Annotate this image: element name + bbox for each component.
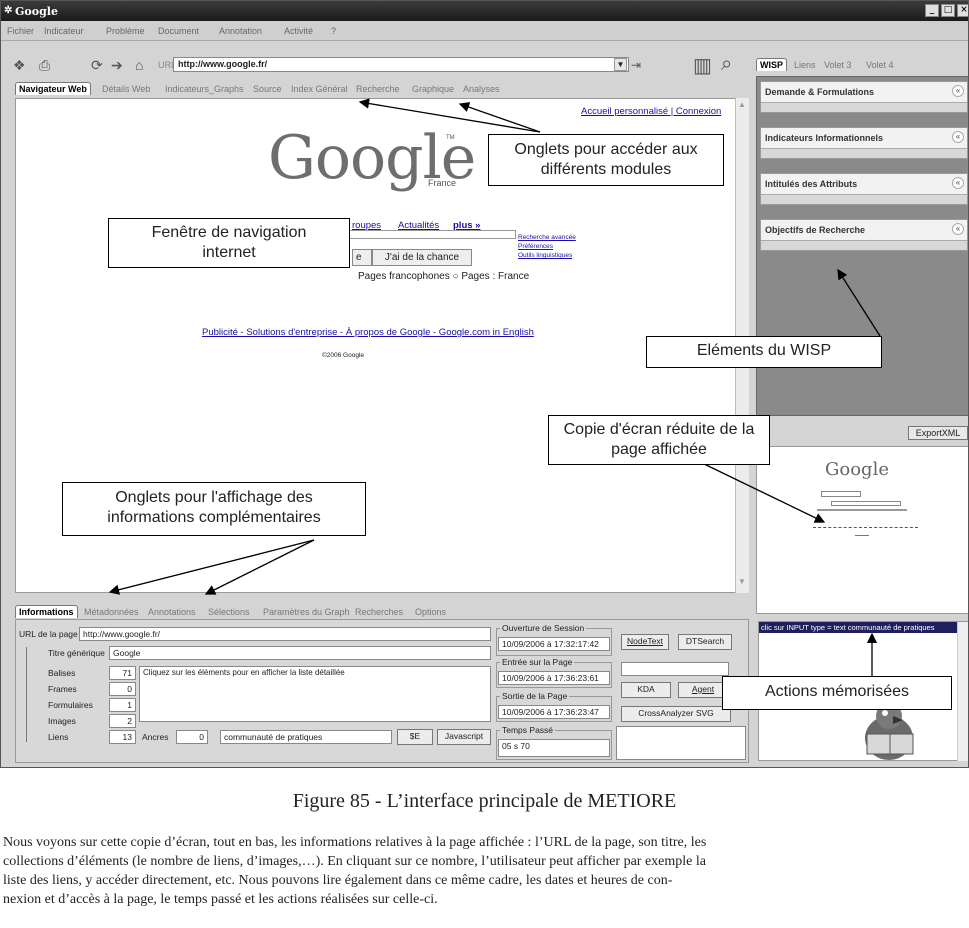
paragraph-line: nexion et d’accès à la page, le temps pa…: [3, 892, 438, 907]
callout-thumbnail: Copie d'écran réduite de la page affiché…: [548, 415, 770, 465]
callout-wisp-elements: Eléments du WISP: [646, 336, 882, 368]
paragraph-line: collections d’éléments (le nombre de lie…: [3, 854, 706, 869]
callout-browser-window: Fenêtre de navigation internet: [108, 218, 350, 268]
figure-caption: Figure 85 - L’interface principale de ME…: [292, 790, 677, 812]
paragraph-line: liste des liens, y accéder directement, …: [3, 873, 673, 888]
paragraph-line: Nous voyons sur cette copie d’écran, tou…: [3, 835, 707, 850]
callout-actions: Actions mémorisées: [722, 676, 952, 710]
callout-module-tabs: Onglets pour accéder aux différents modu…: [488, 134, 724, 186]
callout-bottom-tabs: Onglets pour l'affichage des information…: [62, 482, 366, 536]
annotation-arrows: [108, 98, 881, 676]
body-paragraph: Nous voyons sur cette copie d’écran, tou…: [3, 833, 969, 909]
